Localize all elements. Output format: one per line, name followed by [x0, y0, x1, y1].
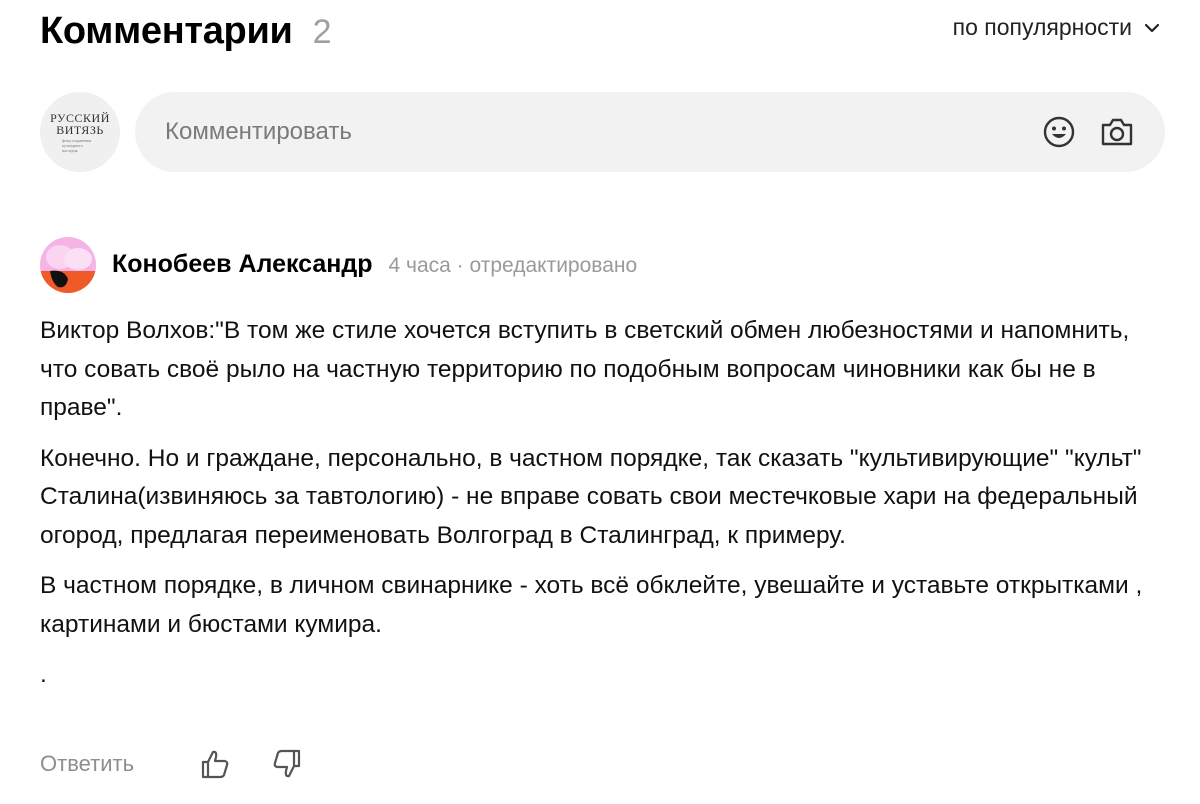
chevron-down-icon — [1144, 23, 1160, 33]
comment-actions: Ответить — [40, 748, 302, 780]
sort-label: по популярности — [952, 14, 1132, 40]
comment-paragraph: Виктор Волхов:"В том же стиле хочется вс… — [40, 317, 1130, 421]
comments-header: Комментарии 2 — [40, 10, 332, 53]
sort-dropdown[interactable]: по популярности — [953, 14, 1160, 41]
avatar-logo-line2: ВИТЯЗЬ — [56, 122, 104, 137]
comment-paragraph: В частном порядке, в личном свинарнике -… — [40, 572, 1143, 638]
avatar-logo-line1: РУССКИЙ — [50, 110, 110, 125]
camera-icon[interactable] — [1097, 112, 1137, 152]
avatar-logo-subtitle: фонд сохранения культурного наследия — [62, 137, 92, 153]
page-title: Комментарии — [40, 10, 293, 52]
emoji-icon[interactable] — [1039, 112, 1079, 152]
comment-header: Конобеев Александр 4 часа · отредактиров… — [112, 250, 637, 279]
comment-input-placeholder: Комментировать — [165, 118, 352, 145]
comment-paragraph: Конечно. Но и граждане, персонально, в ч… — [40, 444, 1142, 549]
reply-button[interactable]: Ответить — [40, 751, 134, 777]
comment-paragraph: . — [40, 661, 47, 688]
comment-author-avatar[interactable] — [40, 237, 96, 293]
thumbs-down-icon[interactable] — [272, 748, 302, 780]
comment-input[interactable]: Комментировать — [135, 92, 1165, 172]
comment-author-name[interactable]: Конобеев Александр — [112, 250, 373, 279]
thumbs-up-icon[interactable] — [200, 748, 230, 780]
comments-count: 2 — [312, 13, 332, 51]
comment-meta: 4 часа · отредактировано — [388, 254, 638, 277]
comment-body: Виктор Волхов:"В том же стиле хочется вс… — [40, 312, 1170, 707]
current-user-avatar[interactable]: РУССКИЙ ВИТЯЗЬ фонд сохранения культурно… — [40, 92, 120, 172]
